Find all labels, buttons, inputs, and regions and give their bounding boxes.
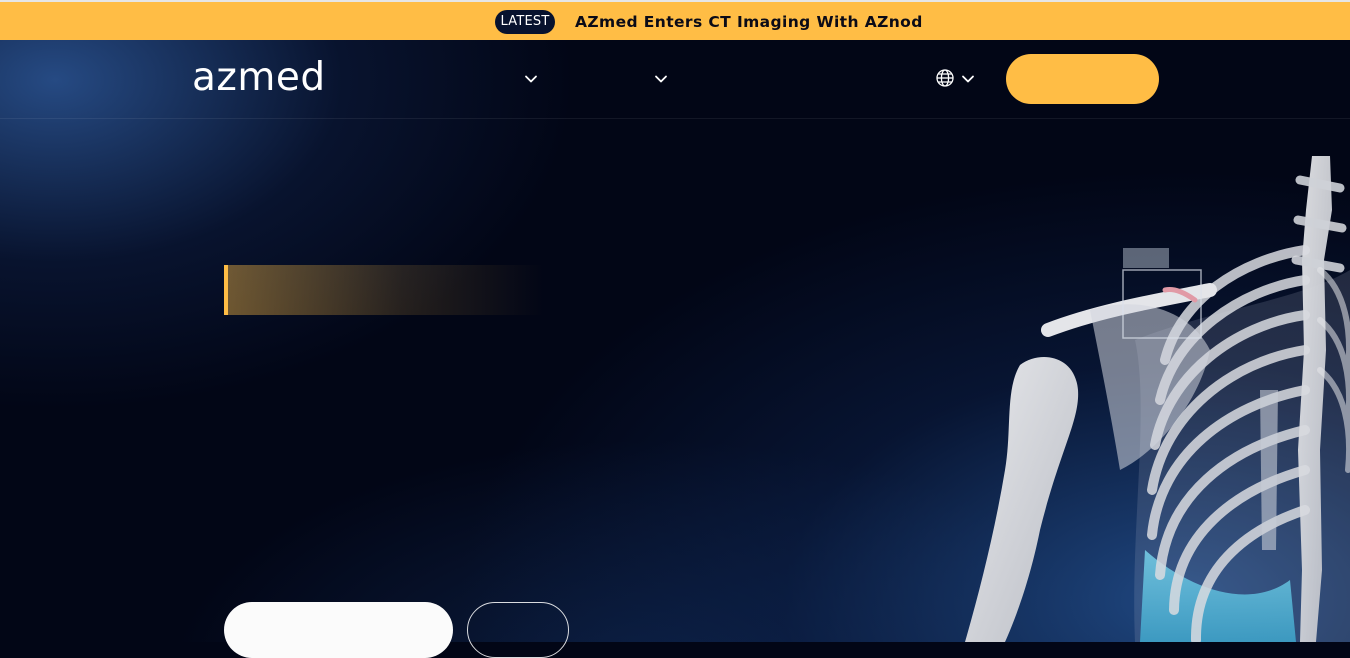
skeleton-illustration: [965, 156, 1350, 642]
azmed-logo[interactable]: azmed: [192, 56, 326, 100]
latest-badge: LATEST: [495, 10, 555, 34]
header-divider: [0, 118, 1350, 119]
news-headline-link[interactable]: AZmed Enters CT Imaging With AZnod: [575, 11, 923, 33]
chevron-down-icon[interactable]: [523, 71, 539, 87]
chevron-down-icon[interactable]: [653, 71, 669, 87]
header-cta-button[interactable]: [1006, 54, 1159, 104]
globe-icon: [936, 69, 954, 87]
hero-tagline: [224, 265, 544, 315]
hero-secondary-button[interactable]: [467, 602, 569, 658]
announcement-banner: LATEST AZmed Enters CT Imaging With AZno…: [0, 0, 1350, 40]
chevron-down-icon: [962, 75, 974, 83]
hero-primary-button[interactable]: [224, 602, 453, 658]
